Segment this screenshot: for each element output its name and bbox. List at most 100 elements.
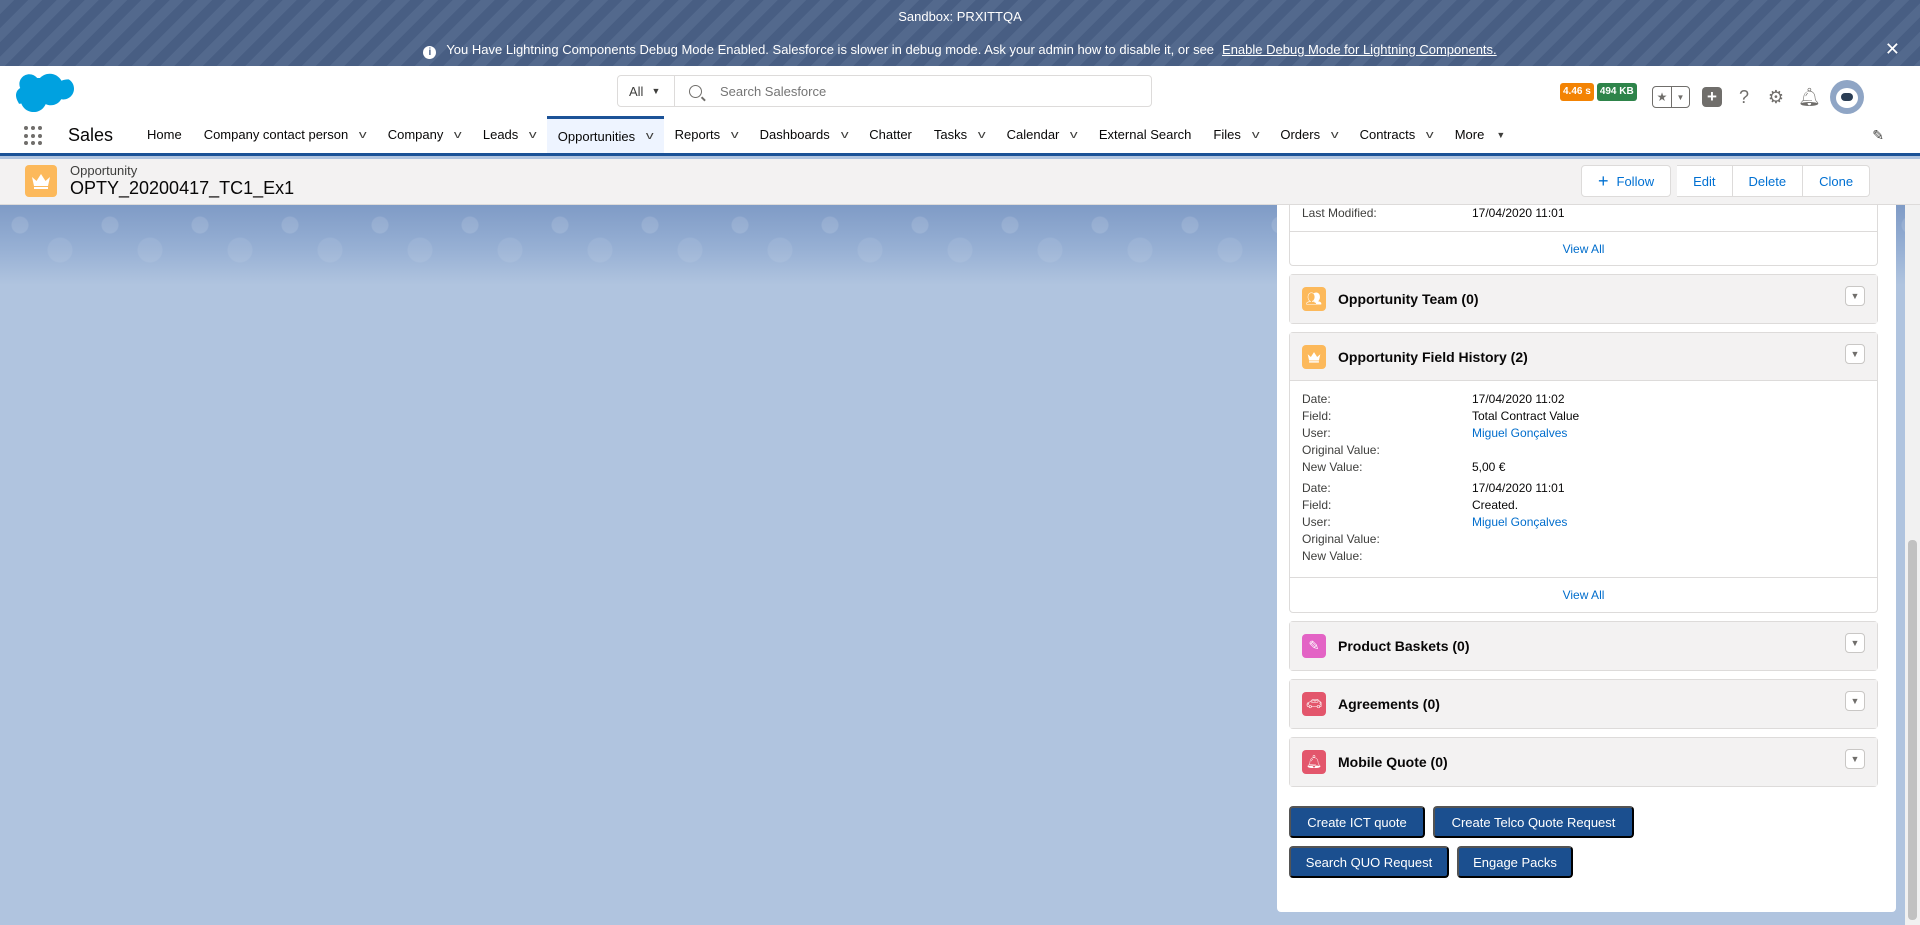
agreements-title[interactable]: Agreements (0) [1338,696,1440,712]
help-icon[interactable]: ? [1734,87,1754,108]
page-time-badge: 4.46 s [1560,83,1594,101]
user-link[interactable]: Miguel Gonçalves [1472,425,1567,442]
basket-icon: ✎ [1302,634,1326,658]
chevron-down-icon[interactable]: ▼ [1845,286,1865,306]
salesforce-logo[interactable] [16,72,74,112]
nav-item-home[interactable]: Home [136,116,193,153]
nav-item-company-contact-person[interactable]: Company contact person v [193,116,377,153]
product-baskets-title[interactable]: Product Baskets (0) [1338,638,1469,654]
nav-item-more[interactable]: More ▼ [1444,116,1517,153]
nav-item-chatter[interactable]: Chatter [858,116,923,153]
app-navigation-bar: Sales Home Company contact person v Company… [0,116,1920,156]
nav-items: Home Company contact person v Company v Leads… [136,116,1516,153]
gear-icon[interactable]: ⚙ [1766,87,1786,108]
favorites-group: ★ ▼ [1652,86,1690,108]
info-icon: i [423,46,437,59]
bell-icon[interactable]: 🔔︎ [1798,87,1821,108]
field-history-title[interactable]: Opportunity Field History (2) [1338,349,1528,365]
crown-icon [1302,344,1326,369]
edit-nav-pencil-icon[interactable]: ✎ [1872,127,1884,144]
chevron-down-icon[interactable]: ▼ [1845,691,1865,711]
page-size-badge: 494 KB [1596,83,1637,101]
chevron-down-icon[interactable]: v [1070,129,1078,141]
chevron-down-icon[interactable]: ▼ [1845,633,1865,653]
user-avatar[interactable] [1830,80,1864,114]
nav-item-label: Company contact person [203,127,349,142]
create-telco-quote-request-button[interactable]: Create Telco Quote Request [1433,806,1634,838]
record-type-label: Opportunity [70,163,138,178]
date-label: Date: [1302,481,1331,495]
chevron-down-icon[interactable]: v [1252,129,1260,141]
chevron-down-icon[interactable]: v [646,130,654,142]
sandbox-title: Sandbox: PRXITTQA [898,9,1022,24]
original-value-label: Original Value: [1302,532,1380,546]
plus-icon: + [1598,170,1609,191]
sandbox-banner: Sandbox: PRXITTQA i You Have Lightning Co… [0,0,1920,66]
chevron-down-icon[interactable]: v [731,129,739,141]
nav-item-contracts[interactable]: Contracts v [1349,116,1444,153]
original-value-label: Original Value: [1302,443,1380,457]
user-label: User: [1302,426,1331,440]
nav-item-label: Company [387,127,444,142]
chevron-down-icon[interactable]: v [841,129,849,141]
search-quo-request-button[interactable]: Search QUO Request [1289,846,1449,878]
app-launcher-icon[interactable] [24,126,44,146]
search-scope-label: All [629,83,644,99]
view-all-link[interactable]: View All [1290,577,1877,611]
chevron-down-icon[interactable]: ▼ [1845,344,1865,364]
team-icon: 👥︎ [1302,287,1326,311]
close-icon[interactable]: ✕ [1885,40,1900,58]
nav-item-calendar[interactable]: Calendar v [996,116,1088,153]
chevron-down-icon[interactable]: ▼ [1496,130,1505,140]
search-input[interactable] [720,83,1020,99]
edit-button[interactable]: Edit [1677,165,1733,197]
view-all-link[interactable]: View All [1290,231,1877,265]
nav-item-external-search[interactable]: External Search [1088,116,1203,153]
opportunity-team-title[interactable]: Opportunity Team (0) [1338,291,1479,307]
history-entry: Date: 17/04/2020 11:02 Field: Total Contra… [1302,391,1865,476]
chevron-down-icon[interactable]: v [529,129,537,141]
nav-item-label: Files [1213,127,1241,142]
page-scrollbar[interactable] [1905,205,1920,925]
chevron-down-icon[interactable]: v [1331,129,1339,141]
related-lists-panel: Last Modified: 17/04/2020 11:01 View All… [1277,205,1896,912]
engage-packs-button[interactable]: Engage Packs [1457,846,1573,878]
search-scope-dropdown[interactable]: All ▼ [618,76,675,106]
nav-item-company[interactable]: Company v [377,116,472,153]
clone-button[interactable]: Clone [1803,165,1871,197]
mobile-quote-card: 🔔︎ Mobile Quote (0) ▼ [1289,737,1878,787]
mobile-quote-title[interactable]: Mobile Quote (0) [1338,754,1448,770]
chevron-down-icon[interactable]: v [1426,129,1434,141]
chevron-down-icon[interactable]: ▼ [1845,749,1865,769]
last-modified-value: 17/04/2020 11:01 [1472,206,1565,220]
nav-item-orders[interactable]: Orders v [1269,116,1348,153]
delete-button[interactable]: Delete [1732,165,1804,197]
nav-item-tasks[interactable]: Tasks v [923,116,996,153]
star-icon[interactable]: ★ [1653,87,1671,107]
nav-item-dashboards[interactable]: Dashboards v [749,116,859,153]
nav-item-label: Dashboards [759,127,830,142]
global-actions-plus-icon[interactable]: + [1702,87,1722,107]
nav-item-files[interactable]: Files v [1202,116,1269,153]
search-box[interactable] [675,76,1151,106]
nav-item-label: Reports [674,127,721,142]
nav-item-label: Orders [1280,127,1321,142]
date-value: 17/04/2020 11:01 [1472,481,1565,495]
user-link[interactable]: Miguel Gonçalves [1472,514,1567,531]
app-name: Sales [68,125,114,145]
new-value: 5,00 € [1472,460,1506,474]
chevron-down-icon[interactable]: v [978,129,986,141]
performance-badges: 4.46 s 494 KB [1560,83,1637,101]
create-ict-quote-button[interactable]: Create ICT quote [1289,806,1425,838]
nav-item-reports[interactable]: Reports v [664,116,749,153]
mobile-quote-header: 🔔︎ Mobile Quote (0) ▼ [1290,738,1877,786]
nav-item-opportunities[interactable]: Opportunities v [546,116,664,153]
chevron-down-icon[interactable]: v [359,129,367,141]
follow-button[interactable]: + Follow [1581,165,1672,197]
enable-debug-mode-link[interactable]: Enable Debug Mode for Lightning Componen… [1222,42,1497,57]
scrollbar-thumb[interactable] [1908,540,1917,920]
favorites-dropdown-icon[interactable]: ▼ [1671,87,1689,107]
chevron-down-icon[interactable]: v [454,129,462,141]
opportunity-team-card: 👥︎ Opportunity Team (0) ▼ [1289,274,1878,324]
nav-item-leads[interactable]: Leads v [472,116,547,153]
